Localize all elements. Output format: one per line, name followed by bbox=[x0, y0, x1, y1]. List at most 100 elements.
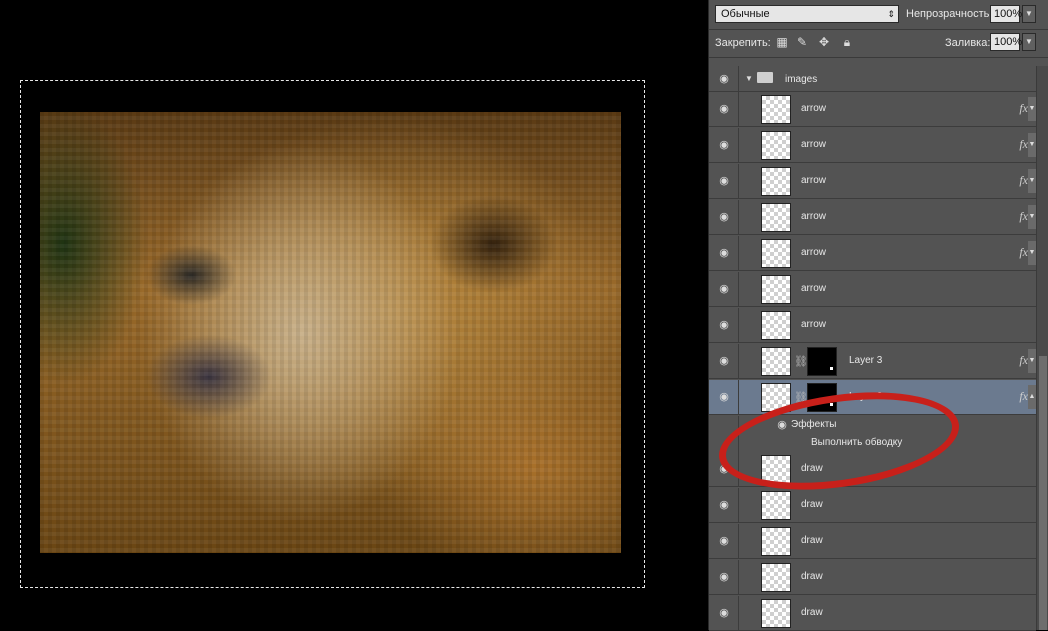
eye-icon[interactable]: ◉ bbox=[775, 419, 789, 431]
visibility-toggle[interactable]: ◉ bbox=[709, 66, 739, 91]
layers-panel: Обычные ⇕ Непрозрачность: 100% ▼ Закрепи… bbox=[708, 0, 1048, 631]
layer-name: draw bbox=[801, 499, 823, 510]
opacity-field[interactable]: 100% bbox=[990, 5, 1022, 23]
visibility-toggle[interactable]: ◉ bbox=[709, 452, 739, 486]
layer-name: draw bbox=[801, 463, 823, 474]
divider bbox=[709, 57, 1048, 58]
expand-effects-arrow-icon[interactable]: ▼ bbox=[1028, 205, 1036, 229]
layer-row[interactable]: ◉ draw bbox=[709, 488, 1036, 523]
layer-thumbnail bbox=[761, 455, 791, 484]
fill-dropdown-arrow[interactable]: ▼ bbox=[1022, 33, 1036, 51]
layer-group-images[interactable]: ◉ ▼ images bbox=[709, 66, 1036, 92]
lock-all-icon[interactable]: 🔒︎ bbox=[840, 35, 854, 49]
expand-effects-arrow-icon[interactable]: ▼ bbox=[1028, 97, 1036, 121]
layer-thumbnail bbox=[761, 347, 791, 376]
visibility-toggle[interactable]: ◉ bbox=[709, 272, 739, 306]
layer-row[interactable]: ◉ arrow fx ▼ bbox=[709, 128, 1036, 163]
eye-icon: ◉ bbox=[719, 175, 729, 187]
layers-toolbar: Обычные ⇕ Непрозрачность: 100% ▼ bbox=[709, 0, 1048, 30]
layer-row[interactable]: ◉ draw bbox=[709, 452, 1036, 487]
layer-name: arrow bbox=[801, 175, 827, 186]
scrollbar-thumb[interactable] bbox=[1039, 356, 1047, 630]
updown-icon: ⇕ bbox=[887, 9, 895, 19]
layers-scrollbar[interactable] bbox=[1036, 66, 1048, 630]
layer-thumbnail bbox=[761, 311, 791, 340]
opacity-dropdown-arrow[interactable]: ▼ bbox=[1022, 5, 1036, 23]
expand-effects-arrow-icon[interactable]: ▼ bbox=[1028, 169, 1036, 193]
visibility-toggle[interactable]: ◉ bbox=[709, 560, 739, 594]
layer-row[interactable]: ◉ draw bbox=[709, 560, 1036, 595]
layer-thumbnail bbox=[761, 491, 791, 520]
visibility-toggle[interactable]: ◉ bbox=[709, 488, 739, 522]
layer-row[interactable]: ◉ ⛓ Layer 3 fx ▼ bbox=[709, 344, 1036, 379]
layer-row-selected[interactable]: ◉ ⛓ Layer 2 fx ▲ bbox=[709, 380, 1036, 415]
layer-mask-thumbnail[interactable] bbox=[807, 347, 837, 376]
layer-row[interactable]: ◉ arrow fx ▼ bbox=[709, 236, 1036, 271]
document-canvas[interactable] bbox=[0, 0, 708, 630]
lock-transparent-pixels-icon[interactable]: ▦ bbox=[775, 35, 789, 49]
expand-effects-arrow-icon[interactable]: ▼ bbox=[1028, 241, 1036, 265]
visibility-toggle[interactable]: ◉ bbox=[709, 344, 739, 378]
expand-triangle-icon[interactable]: ▼ bbox=[745, 74, 753, 83]
visibility-toggle[interactable]: ◉ bbox=[709, 524, 739, 558]
layer-name: Layer 3 bbox=[849, 355, 883, 366]
eye-icon: ◉ bbox=[719, 319, 729, 331]
visibility-toggle[interactable]: ◉ bbox=[709, 128, 739, 162]
fx-icon[interactable]: fx bbox=[1019, 245, 1028, 260]
visibility-toggle[interactable]: ◉ bbox=[709, 596, 739, 630]
layer-row[interactable]: ◉ arrow fx ▼ bbox=[709, 200, 1036, 235]
link-icon[interactable]: ⛓ bbox=[794, 355, 808, 368]
fx-icon[interactable]: fx bbox=[1019, 173, 1028, 188]
visibility-toggle[interactable]: ◉ bbox=[709, 236, 739, 270]
layer-name: draw bbox=[801, 607, 823, 618]
layer-name: arrow bbox=[801, 319, 827, 330]
eye-icon: ◉ bbox=[719, 211, 729, 223]
collapse-effects-arrow-icon[interactable]: ▲ bbox=[1028, 385, 1036, 409]
stroke-effect-row[interactable]: Выполнить обводку bbox=[709, 434, 1036, 452]
visibility-toggle[interactable]: ◉ bbox=[709, 380, 739, 414]
lock-position-icon[interactable]: ✥ bbox=[817, 35, 831, 49]
eye-icon: ◉ bbox=[719, 391, 729, 403]
blend-mode-select[interactable]: Обычные ⇕ bbox=[715, 5, 899, 23]
link-icon[interactable]: ⛓ bbox=[794, 391, 808, 404]
layer-thumbnail bbox=[761, 383, 791, 412]
expand-effects-arrow-icon[interactable]: ▼ bbox=[1028, 133, 1036, 157]
fx-icon[interactable]: fx bbox=[1019, 209, 1028, 224]
layer-mask-thumbnail[interactable] bbox=[807, 383, 837, 412]
layer-thumbnail bbox=[761, 131, 791, 160]
effects-visibility-column bbox=[709, 434, 739, 452]
layer-thumbnail bbox=[761, 563, 791, 592]
eye-icon: ◉ bbox=[719, 607, 729, 619]
lock-image-pixels-icon[interactable]: ✎ bbox=[795, 35, 809, 49]
visibility-toggle[interactable]: ◉ bbox=[709, 164, 739, 198]
expand-effects-arrow-icon[interactable]: ▼ bbox=[1028, 349, 1036, 373]
effects-row[interactable]: ◉ Эффекты bbox=[709, 416, 1036, 434]
visibility-toggle[interactable]: ◉ bbox=[709, 308, 739, 342]
eye-icon: ◉ bbox=[719, 139, 729, 151]
visibility-toggle[interactable]: ◉ bbox=[709, 200, 739, 234]
fx-icon[interactable]: fx bbox=[1019, 137, 1028, 152]
layer-name: Layer 2 bbox=[849, 391, 883, 402]
fx-icon[interactable]: fx bbox=[1019, 389, 1028, 404]
layer-row[interactable]: ◉ arrow fx ▼ bbox=[709, 92, 1036, 127]
layer-thumbnail bbox=[761, 527, 791, 556]
fill-field[interactable]: 100% bbox=[990, 33, 1022, 51]
layer-thumbnail bbox=[761, 239, 791, 268]
layer-row[interactable]: ◉ draw bbox=[709, 596, 1036, 631]
blend-mode-value: Обычные bbox=[721, 8, 770, 20]
divider bbox=[709, 29, 1048, 30]
visibility-toggle[interactable]: ◉ bbox=[709, 92, 739, 126]
group-name: images bbox=[785, 74, 818, 85]
layer-row[interactable]: ◉ arrow fx ▼ bbox=[709, 164, 1036, 199]
layer-name: arrow bbox=[801, 211, 827, 222]
layers-list: ◉ ▼ images ◉ arrow fx ▼ ◉ arrow fx ▼ ◉ a… bbox=[709, 66, 1036, 631]
fx-icon[interactable]: fx bbox=[1019, 101, 1028, 116]
fx-icon[interactable]: fx bbox=[1019, 353, 1028, 368]
layer-row[interactable]: ◉ arrow bbox=[709, 308, 1036, 343]
effects-visibility-column bbox=[709, 416, 739, 434]
layer-name: arrow bbox=[801, 247, 827, 258]
lock-label: Закрепить: bbox=[715, 37, 771, 49]
layer-row[interactable]: ◉ draw bbox=[709, 524, 1036, 559]
eye-icon: ◉ bbox=[719, 283, 729, 295]
layer-row[interactable]: ◉ arrow bbox=[709, 272, 1036, 307]
